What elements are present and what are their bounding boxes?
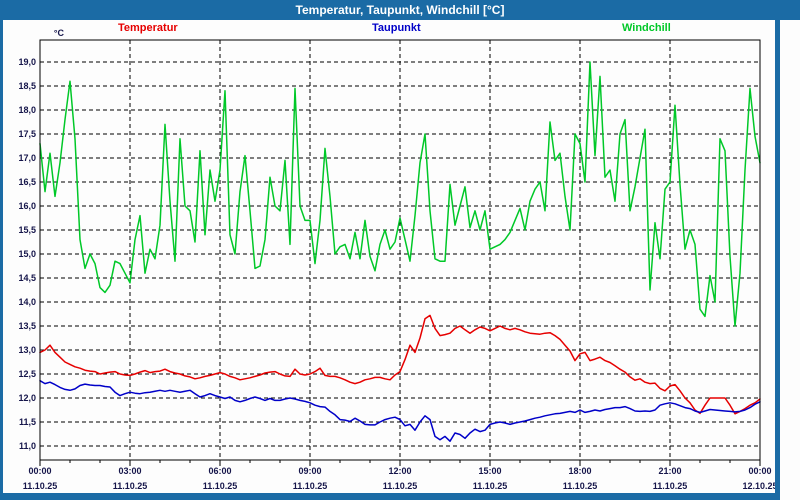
svg-text:15,0: 15,0 (18, 249, 36, 259)
svg-text:11.10.25: 11.10.25 (563, 481, 598, 491)
svg-text:19,0: 19,0 (18, 57, 36, 67)
svg-text:°C: °C (54, 28, 65, 38)
svg-text:14,5: 14,5 (18, 273, 36, 283)
window-frame-right (775, 20, 780, 500)
window-frame-left (0, 20, 3, 500)
svg-text:12,5: 12,5 (18, 369, 36, 379)
svg-text:16,5: 16,5 (18, 177, 36, 187)
svg-text:11.10.25: 11.10.25 (203, 481, 238, 491)
svg-text:18,0: 18,0 (18, 105, 36, 115)
svg-text:11.10.25: 11.10.25 (383, 481, 418, 491)
svg-text:12.10.25: 12.10.25 (742, 481, 777, 491)
svg-text:13,5: 13,5 (18, 321, 36, 331)
svg-text:14,0: 14,0 (18, 297, 36, 307)
svg-text:15:00: 15:00 (478, 466, 501, 476)
svg-text:11.10.25: 11.10.25 (113, 481, 148, 491)
svg-text:12:00: 12:00 (388, 466, 411, 476)
svg-text:16,0: 16,0 (18, 201, 36, 211)
svg-text:03:00: 03:00 (118, 466, 141, 476)
svg-text:15,5: 15,5 (18, 225, 36, 235)
svg-text:00:00: 00:00 (28, 466, 51, 476)
svg-text:00:00: 00:00 (748, 466, 771, 476)
svg-text:11.10.25: 11.10.25 (653, 481, 688, 491)
y-axis: °C 19,0 18,5 18,0 17,5 17,0 16,5 16,0 15,5 15,0 14… (18, 28, 64, 451)
svg-text:18,5: 18,5 (18, 81, 36, 91)
svg-text:11.10.25: 11.10.25 (473, 481, 508, 491)
svg-text:17,5: 17,5 (18, 129, 36, 139)
weather-chart-window: Temperatur, Taupunkt, Windchill [°C] Tem… (0, 0, 800, 500)
x-axis-labels: 00:00 11.10.25 03:00 11.10.25 06:00 11.10.25 0… (23, 460, 778, 491)
svg-text:11.10.25: 11.10.25 (293, 481, 328, 491)
svg-text:09:00: 09:00 (298, 466, 321, 476)
svg-text:06:00: 06:00 (208, 466, 231, 476)
svg-text:18:00: 18:00 (568, 466, 591, 476)
svg-text:11,0: 11,0 (19, 441, 36, 451)
window-frame-bottom (0, 493, 780, 500)
svg-text:13,0: 13,0 (18, 345, 36, 355)
svg-text:21:00: 21:00 (658, 466, 681, 476)
svg-text:11.10.25: 11.10.25 (23, 481, 58, 491)
chart-canvas: °C 19,0 18,5 18,0 17,5 17,0 16,5 16,0 15,5 15,0 14… (0, 0, 800, 500)
svg-text:12,0: 12,0 (18, 393, 36, 403)
svg-text:17,0: 17,0 (18, 153, 36, 163)
svg-text:11,5: 11,5 (19, 417, 36, 427)
